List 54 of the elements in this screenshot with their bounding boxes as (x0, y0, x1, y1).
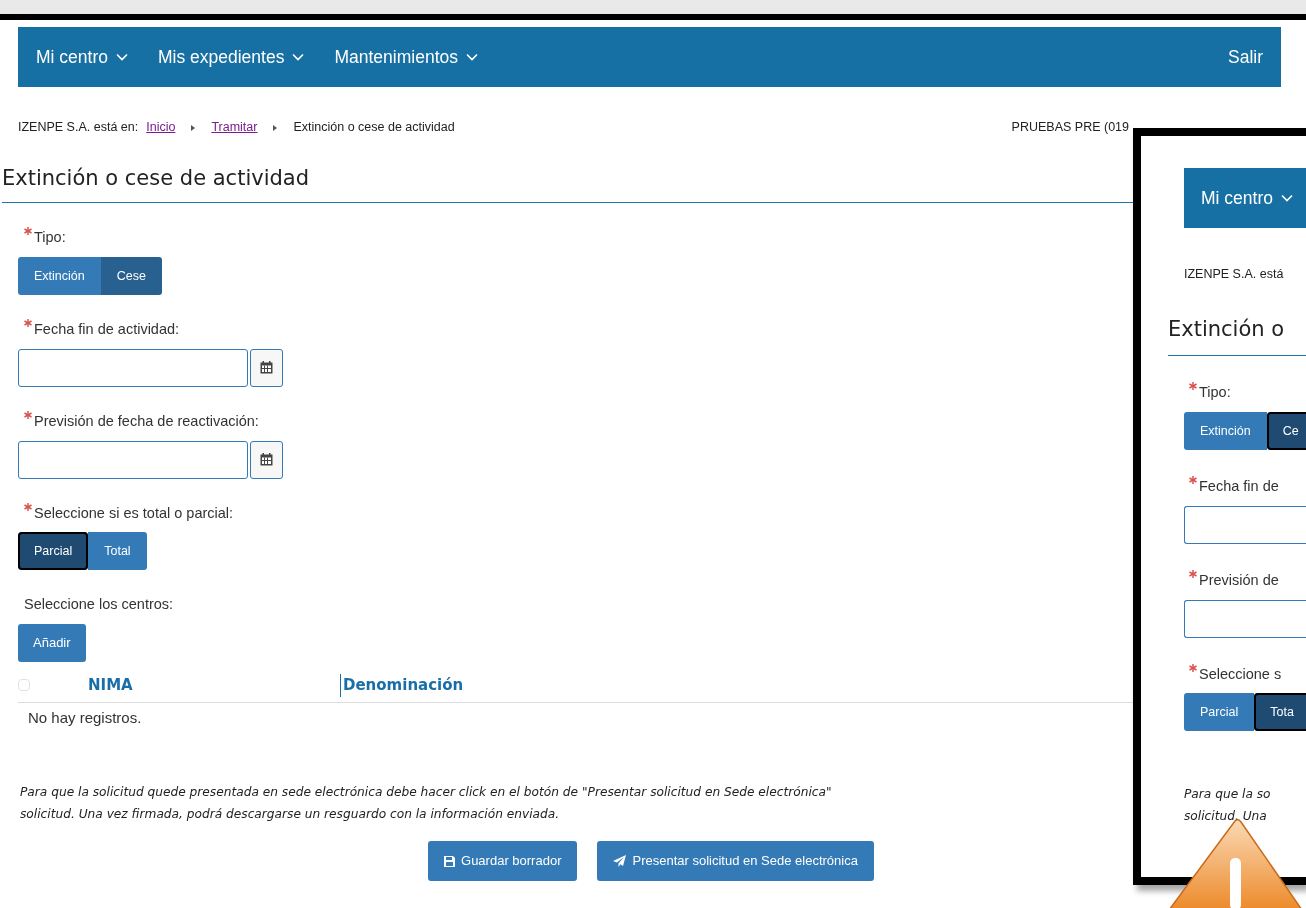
toggle-option[interactable]: Parcial (18, 532, 89, 571)
notice-text: solicitud. Una vez firmada, podrá descargarse un resguardo con la información enviada. (20, 806, 560, 823)
account-name: PRUEBAS PRE (019 (1011, 119, 1129, 136)
add-button[interactable]: Añadir (18, 624, 86, 662)
notice-text: Para que la solicitud quede presentada en sede electrónica debe hacer click en el botón de "Presentar solicitud en Sede electrónica" (20, 784, 832, 801)
field-label: Fecha fin de actividad: (34, 320, 180, 339)
toggle-option[interactable]: Cese (100, 257, 162, 295)
toggle-option[interactable]: Total (88, 532, 147, 571)
paper-plane-icon (613, 855, 627, 867)
empty-table-message: No hay registros. (28, 707, 142, 728)
calendar-button[interactable] (250, 440, 283, 479)
toggle-option[interactable]: Extinción (1184, 412, 1267, 450)
toggle-option[interactable]: Ce (1266, 412, 1306, 450)
select-all-checkbox[interactable] (18, 679, 30, 692)
breadcrumb-separator-icon (191, 124, 196, 131)
date-input-field[interactable] (1184, 599, 1306, 638)
field-label: Fecha fin de (1199, 477, 1279, 496)
chevron-down-icon (466, 53, 478, 61)
notice-text: solicitud. Una (1184, 808, 1267, 826)
field-label: Previsión de fecha de reactivación: (34, 411, 259, 431)
menu-item[interactable]: Mi centro (36, 43, 128, 71)
toggle-option[interactable]: Tota (1254, 693, 1306, 732)
column-header[interactable]: Denominación (340, 674, 464, 697)
chevron-down-icon (115, 53, 128, 61)
field-label: Seleccione s (1199, 664, 1282, 684)
breadcrumb-prefix: IZENPE S.A. está en: (18, 119, 139, 136)
calendar-button[interactable] (250, 348, 283, 387)
breadcrumb-separator-icon (273, 124, 278, 131)
submit-button[interactable]: Presentar solicitud en Sede electrónica (597, 841, 874, 881)
field-label: Tipo: (34, 228, 66, 248)
chevron-down-icon (1280, 194, 1293, 202)
menu-item[interactable]: Mis expedientes (157, 43, 305, 71)
notice-text: Para que la so (1184, 786, 1271, 804)
menu-item[interactable]: Mantenimientos (334, 43, 478, 71)
breadcrumb-link[interactable]: Tramitar (211, 118, 258, 137)
field-label: Seleccione los centros: (24, 595, 174, 615)
field-label: Previsión de (1199, 570, 1279, 590)
calendar-icon (260, 361, 273, 375)
field-label: Tipo: (1199, 383, 1231, 403)
save-draft-button[interactable]: Guardar borrador (428, 841, 578, 881)
date-input-field[interactable] (18, 440, 248, 479)
chevron-down-icon (292, 53, 305, 61)
page-title: Extinción o (1168, 313, 1306, 357)
breadcrumb-link[interactable]: Inicio (146, 118, 176, 137)
date-input-field[interactable] (18, 348, 248, 387)
breadcrumb-prefix: IZENPE S.A. está (1184, 266, 1284, 283)
toggle-option[interactable]: Extinción (18, 257, 101, 295)
logout-link[interactable]: Salir (1228, 43, 1263, 71)
breadcrumb-current: Extinción o cese de actividad (293, 119, 455, 136)
date-input-field[interactable] (1184, 505, 1306, 544)
toggle-option[interactable]: Parcial (1184, 693, 1255, 732)
calendar-icon (260, 453, 273, 466)
column-header[interactable]: NIMA (88, 674, 340, 697)
field-label: Seleccione si es total o parcial: (34, 503, 234, 523)
